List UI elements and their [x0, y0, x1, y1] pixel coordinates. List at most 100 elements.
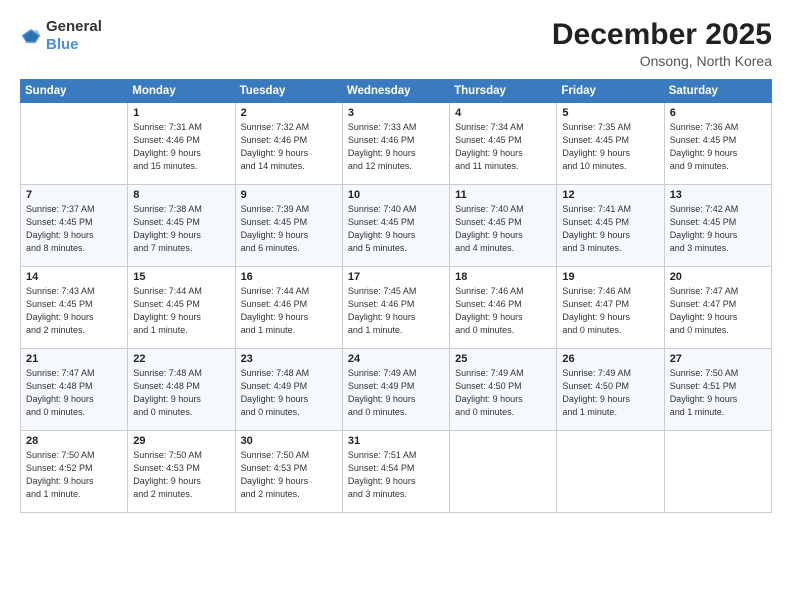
day-info: Sunrise: 7:38 AMSunset: 4:45 PMDaylight:… [133, 203, 229, 255]
day-number: 19 [562, 271, 658, 283]
calendar-cell: 5 Sunrise: 7:35 AMSunset: 4:45 PMDaylight… [557, 103, 664, 185]
calendar-cell [664, 431, 771, 513]
day-info: Sunrise: 7:48 AMSunset: 4:48 PMDaylight:… [133, 367, 229, 419]
day-number: 29 [133, 435, 229, 447]
day-number: 4 [455, 107, 551, 119]
calendar-cell: 17Sunrise: 7:45 AMSunset: 4:46 PMDayligh… [342, 267, 449, 349]
col-tuesday: Tuesday [235, 80, 342, 103]
calendar-cell: 13 Sunrise: 7:42 AMSunset: 4:45 PMDayligh… [664, 185, 771, 267]
day-info: Sunrise: 7:45 AMSunset: 4:46 PMDaylight:… [348, 285, 444, 337]
calendar-cell [21, 103, 128, 185]
calendar-cell: 7 Sunrise: 7:37 AMSunset: 4:45 PMDaylight… [21, 185, 128, 267]
calendar-cell: 11Sunrise: 7:40 AMSunset: 4:45 PMDayligh… [450, 185, 557, 267]
col-monday: Monday [128, 80, 235, 103]
day-info: Sunrise: 7:48 AMSunset: 4:49 PMDaylight:… [241, 367, 337, 419]
calendar-cell: 27Sunrise: 7:50 AMSunset: 4:51 PMDayligh… [664, 349, 771, 431]
calendar-cell [450, 431, 557, 513]
col-saturday: Saturday [664, 80, 771, 103]
day-number: 13 [670, 189, 766, 201]
day-info: Sunrise: 7:46 AMSunset: 4:46 PMDaylight:… [455, 285, 551, 337]
day-info: Sunrise: 7:47 AMSunset: 4:47 PMDaylight:… [670, 285, 766, 337]
day-info: Sunrise: 7:35 AMSunset: 4:45 PMDaylight:… [562, 121, 658, 173]
day-info: Sunrise: 7:37 AMSunset: 4:45 PMDaylight:… [26, 203, 122, 255]
day-info: Sunrise: 7:43 AMSunset: 4:45 PMDaylight:… [26, 285, 122, 337]
day-info: Sunrise: 7:34 AMSunset: 4:45 PMDaylight:… [455, 121, 551, 173]
calendar-week-row: 1 Sunrise: 7:31 AMSunset: 4:46 PMDaylight… [21, 103, 772, 185]
day-number: 30 [241, 435, 337, 447]
calendar-cell: 31 Sunrise: 7:51 AMSunset: 4:54 PMDayligh… [342, 431, 449, 513]
calendar-cell: 8 Sunrise: 7:38 AMSunset: 4:45 PMDaylight… [128, 185, 235, 267]
col-wednesday: Wednesday [342, 80, 449, 103]
calendar-week-row: 7 Sunrise: 7:37 AMSunset: 4:45 PMDaylight… [21, 185, 772, 267]
calendar-cell: 1 Sunrise: 7:31 AMSunset: 4:46 PMDaylight… [128, 103, 235, 185]
day-info: Sunrise: 7:33 AMSunset: 4:46 PMDaylight:… [348, 121, 444, 173]
day-info: Sunrise: 7:36 AMSunset: 4:45 PMDaylight:… [670, 121, 766, 173]
day-number: 14 [26, 271, 122, 283]
calendar-week-row: 21Sunrise: 7:47 AMSunset: 4:48 PMDayligh… [21, 349, 772, 431]
day-number: 1 [133, 107, 229, 119]
logo-text: General [46, 18, 102, 35]
day-number: 8 [133, 189, 229, 201]
logo-icon [20, 27, 42, 45]
day-info: Sunrise: 7:49 AMSunset: 4:50 PMDaylight:… [455, 367, 551, 419]
day-number: 15 [133, 271, 229, 283]
calendar-cell [557, 431, 664, 513]
calendar-cell: 9Sunrise: 7:39 AMSunset: 4:45 PMDaylight… [235, 185, 342, 267]
day-number: 2 [241, 107, 337, 119]
calendar-cell: 29 Sunrise: 7:50 AMSunset: 4:53 PMDayligh… [128, 431, 235, 513]
day-info: Sunrise: 7:50 AMSunset: 4:53 PMDaylight:… [241, 449, 337, 501]
calendar-cell: 22 Sunrise: 7:48 AMSunset: 4:48 PMDayligh… [128, 349, 235, 431]
calendar-cell: 2 Sunrise: 7:32 AMSunset: 4:46 PMDaylight… [235, 103, 342, 185]
col-sunday: Sunday [21, 80, 128, 103]
calendar-week-row: 28 Sunrise: 7:50 AMSunset: 4:52 PMDayligh… [21, 431, 772, 513]
calendar-header-row: Sunday Monday Tuesday Wednesday Thursday… [21, 80, 772, 103]
day-number: 9 [241, 189, 337, 201]
day-number: 20 [670, 271, 766, 283]
day-info: Sunrise: 7:42 AMSunset: 4:45 PMDaylight:… [670, 203, 766, 255]
location-title: Onsong, North Korea [552, 53, 772, 69]
col-friday: Friday [557, 80, 664, 103]
day-info: Sunrise: 7:40 AMSunset: 4:45 PMDaylight:… [455, 203, 551, 255]
logo: General Blue [20, 18, 102, 54]
day-info: Sunrise: 7:50 AMSunset: 4:52 PMDaylight:… [26, 449, 122, 501]
title-block: December 2025 Onsong, North Korea [552, 18, 772, 69]
calendar-cell: 30 Sunrise: 7:50 AMSunset: 4:53 PMDayligh… [235, 431, 342, 513]
day-info: Sunrise: 7:41 AMSunset: 4:45 PMDaylight:… [562, 203, 658, 255]
day-info: Sunrise: 7:44 AMSunset: 4:45 PMDaylight:… [133, 285, 229, 337]
calendar-cell: 15 Sunrise: 7:44 AMSunset: 4:45 PMDayligh… [128, 267, 235, 349]
calendar-cell: 24Sunrise: 7:49 AMSunset: 4:49 PMDayligh… [342, 349, 449, 431]
day-number: 26 [562, 353, 658, 365]
day-info: Sunrise: 7:51 AMSunset: 4:54 PMDaylight:… [348, 449, 444, 501]
day-number: 18 [455, 271, 551, 283]
day-number: 27 [670, 353, 766, 365]
calendar-cell: 23Sunrise: 7:48 AMSunset: 4:49 PMDayligh… [235, 349, 342, 431]
day-number: 12 [562, 189, 658, 201]
calendar-cell: 6Sunrise: 7:36 AMSunset: 4:45 PMDaylight… [664, 103, 771, 185]
calendar-cell: 4 Sunrise: 7:34 AMSunset: 4:45 PMDaylight… [450, 103, 557, 185]
day-number: 22 [133, 353, 229, 365]
day-number: 28 [26, 435, 122, 447]
calendar-body: 1 Sunrise: 7:31 AMSunset: 4:46 PMDaylight… [21, 103, 772, 513]
page: General Blue December 2025 Onsong, North… [0, 0, 792, 612]
calendar-cell: 20 Sunrise: 7:47 AMSunset: 4:47 PMDayligh… [664, 267, 771, 349]
calendar-cell: 28 Sunrise: 7:50 AMSunset: 4:52 PMDayligh… [21, 431, 128, 513]
day-info: Sunrise: 7:49 AMSunset: 4:50 PMDaylight:… [562, 367, 658, 419]
calendar-week-row: 14 Sunrise: 7:43 AMSunset: 4:45 PMDayligh… [21, 267, 772, 349]
day-number: 7 [26, 189, 122, 201]
day-info: Sunrise: 7:31 AMSunset: 4:46 PMDaylight:… [133, 121, 229, 173]
day-info: Sunrise: 7:32 AMSunset: 4:46 PMDaylight:… [241, 121, 337, 173]
day-info: Sunrise: 7:47 AMSunset: 4:48 PMDaylight:… [26, 367, 122, 419]
calendar-cell: 16Sunrise: 7:44 AMSunset: 4:46 PMDayligh… [235, 267, 342, 349]
day-number: 31 [348, 435, 444, 447]
day-info: Sunrise: 7:44 AMSunset: 4:46 PMDaylight:… [241, 285, 337, 337]
calendar-table: Sunday Monday Tuesday Wednesday Thursday… [20, 79, 772, 513]
day-number: 25 [455, 353, 551, 365]
day-number: 3 [348, 107, 444, 119]
day-info: Sunrise: 7:49 AMSunset: 4:49 PMDaylight:… [348, 367, 444, 419]
col-thursday: Thursday [450, 80, 557, 103]
month-title: December 2025 [552, 18, 772, 51]
day-info: Sunrise: 7:50 AMSunset: 4:53 PMDaylight:… [133, 449, 229, 501]
day-number: 5 [562, 107, 658, 119]
calendar-cell: 10Sunrise: 7:40 AMSunset: 4:45 PMDayligh… [342, 185, 449, 267]
calendar-cell: 25 Sunrise: 7:49 AMSunset: 4:50 PMDayligh… [450, 349, 557, 431]
